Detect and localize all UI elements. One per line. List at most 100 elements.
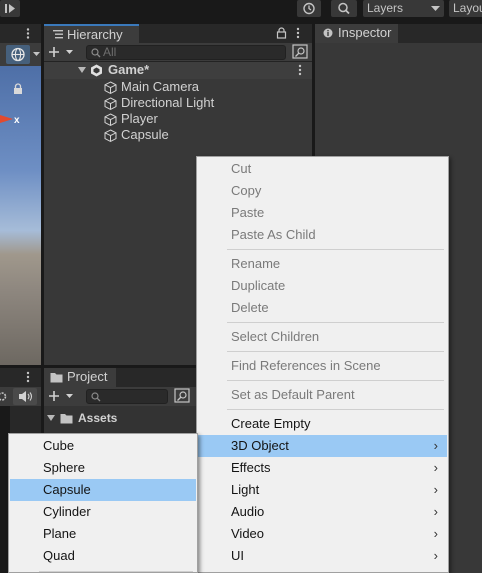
menu-item-audio[interactable]: Audio › [198,501,447,523]
globe-icon [11,47,25,62]
menu-item-paste[interactable]: Paste [198,202,447,224]
hierarchy-tab-label: Hierarchy [67,27,123,42]
scene-header-row[interactable]: Game* [44,62,312,79]
search-button[interactable] [331,0,357,17]
step-button[interactable] [0,0,20,17]
menu-separator [227,351,444,352]
folder-icon [60,414,73,424]
menu-item-label: Cube [43,438,75,453]
lock-icon[interactable] [276,27,287,39]
menu-item-label: Quad [43,548,75,563]
hierarchy-item-directional-light[interactable]: Directional Light [104,95,304,111]
step-icon [5,4,15,13]
layout-dropdown[interactable]: Layout [449,0,482,17]
audio-toolbar [0,387,41,406]
hierarchy-item-main-camera[interactable]: Main Camera [104,79,304,95]
menu-item-3d-object[interactable]: 3D Object › [198,435,447,457]
menu-item-label: UI [231,548,244,563]
scene-search-button[interactable] [292,44,308,60]
menu-separator [227,249,444,250]
cube-icon [104,129,117,142]
hierarchy-item-capsule[interactable]: Capsule [104,127,304,143]
hierarchy-item-label: Player [121,111,158,126]
menu-item-rename[interactable]: Rename [198,253,447,275]
history-button[interactable] [297,0,321,17]
menu-item-cut[interactable]: Cut [198,158,447,180]
axis-gizmo-icon[interactable]: x [0,111,24,127]
menu-item-create-empty[interactable]: Create Empty [198,413,447,435]
search-icon [91,392,101,402]
search-icon [338,2,350,15]
more-options-icon[interactable] [297,64,303,77]
menu-item-copy[interactable]: Copy [198,180,447,202]
menu-item-label: Find References in Scene [231,358,381,373]
menu-item-select-children[interactable]: Select Children [198,326,447,348]
hierarchy-item-player[interactable]: Player [104,111,304,127]
menu-item-label: 3D Object [231,438,289,453]
create-dropdown-button[interactable] [48,44,76,61]
layers-dropdown[interactable]: Layers [363,0,444,17]
more-options-icon[interactable] [25,27,31,40]
scene-viewport[interactable]: x [0,66,41,365]
menu-item-label: Light [231,482,260,497]
menu-item-label: Paste [231,205,265,220]
expand-arrow-icon[interactable] [47,415,55,422]
chevron-down-icon[interactable] [33,52,40,57]
scene-search-icon [292,44,308,59]
menu-item-effects[interactable]: Effects › [198,457,447,479]
gizmo-toggle-button[interactable] [6,45,30,64]
more-options-icon[interactable] [295,27,301,40]
submenu-arrow-icon: › [433,504,438,519]
assets-folder-label: Assets [78,411,118,425]
project-folder-assets[interactable]: Assets [44,410,196,427]
project-tab-label: Project [67,369,108,384]
hierarchy-toolbar: All [44,43,312,62]
submenu-item-quad[interactable]: Quad [10,545,196,567]
3d-object-submenu: Cube Sphere Capsule Cylinder Plane Quad [8,433,198,573]
menu-item-label: Paste As Child [231,227,316,242]
cube-icon [104,113,117,126]
menu-item-set-default-parent[interactable]: Set as Default Parent [198,384,447,406]
more-options-icon[interactable] [25,371,31,384]
hierarchy-search-placeholder: All [103,45,117,59]
gear-icon[interactable] [0,390,8,403]
cube-icon [104,97,117,110]
hierarchy-item-label: Directional Light [121,95,215,110]
hierarchy-search-input[interactable]: All [86,45,286,60]
menu-item-delete[interactable]: Delete [198,297,447,319]
menu-item-label: Cylinder [43,504,91,519]
submenu-item-capsule[interactable]: Capsule [10,479,196,501]
menu-item-label: Capsule [43,482,91,497]
menu-item-ui[interactable]: UI › [198,545,447,567]
submenu-item-sphere[interactable]: Sphere [10,457,196,479]
expand-arrow-icon[interactable] [78,67,86,74]
project-search-input[interactable] [86,389,168,404]
tab-inspector[interactable]: Inspector [315,24,398,43]
menu-item-duplicate[interactable]: Duplicate [198,275,447,297]
menu-item-paste-as-child[interactable]: Paste As Child [198,224,447,246]
menu-separator [227,409,444,410]
tab-hierarchy[interactable]: Hierarchy [44,24,139,43]
layers-label: Layers [367,1,404,15]
submenu-item-plane[interactable]: Plane [10,523,196,545]
menu-item-label: Sphere [43,460,85,475]
menu-item-label: Plane [43,526,77,541]
scene-toolbar [0,43,41,66]
tab-project[interactable]: Project [44,368,116,387]
menu-item-label: Select Children [231,329,320,344]
search-icon [91,48,101,58]
create-dropdown-button[interactable] [48,388,76,405]
menu-item-video[interactable]: Video › [198,523,447,545]
submenu-item-cube[interactable]: Cube [10,435,196,457]
menu-item-light[interactable]: Light › [198,479,447,501]
plus-icon [49,391,73,401]
lock-icon[interactable] [12,83,24,95]
submenu-arrow-icon: › [433,526,438,541]
submenu-item-cylinder[interactable]: Cylinder [10,501,196,523]
info-icon [323,28,333,38]
menu-item-label: Delete [231,300,269,315]
search-by-type-button[interactable] [174,388,190,404]
menu-item-label: Audio [231,504,265,519]
menu-item-find-references[interactable]: Find References in Scene [198,355,447,377]
mute-audio-button[interactable] [13,388,37,405]
